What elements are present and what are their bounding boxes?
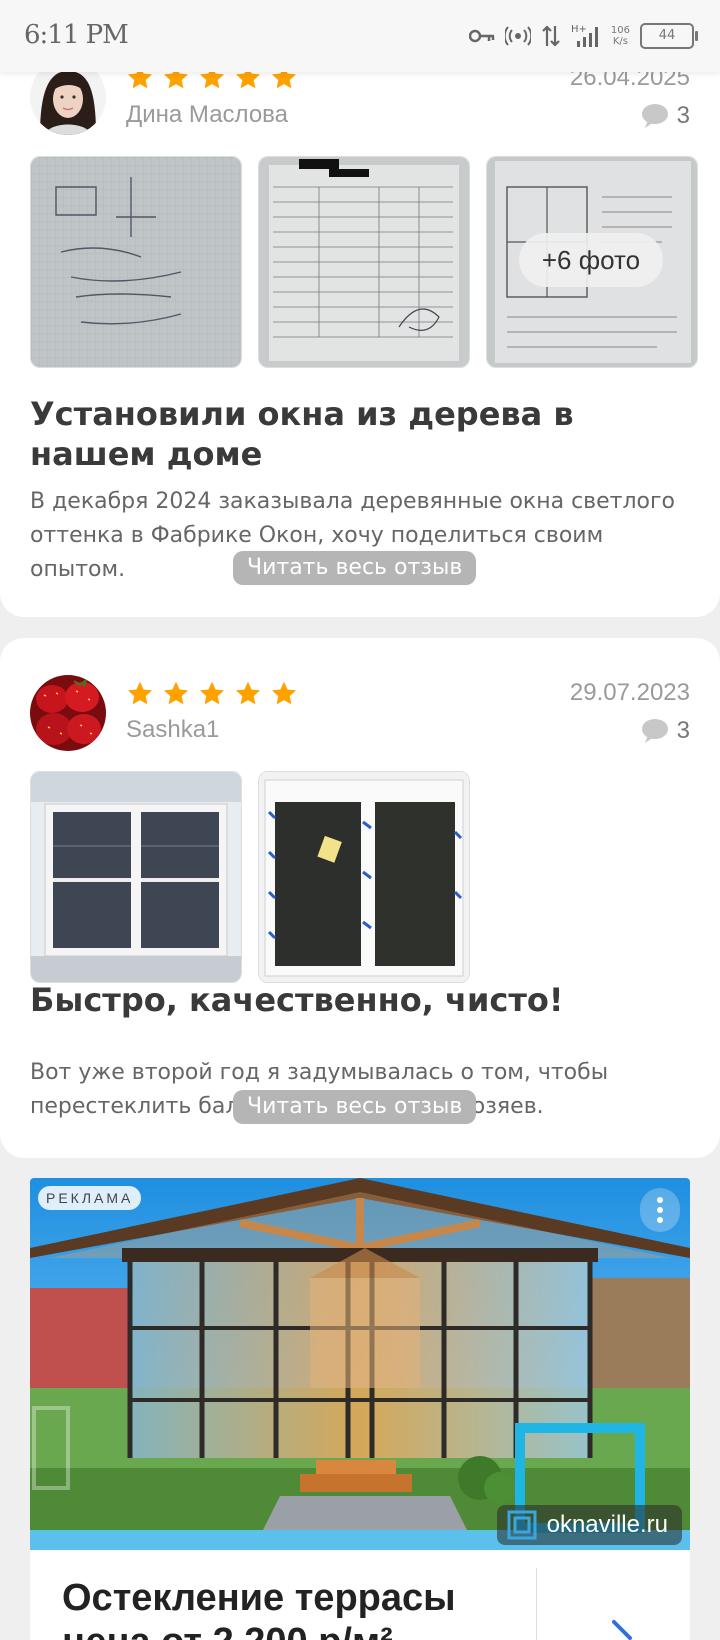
review-photo[interactable] — [30, 156, 242, 368]
author-name[interactable]: Sashka1 — [126, 716, 219, 744]
comments-count[interactable]: 3 — [641, 102, 690, 130]
data-transfer-icon — [542, 25, 560, 47]
star-icon — [199, 681, 225, 705]
star-icon — [127, 681, 153, 705]
comment-icon — [641, 104, 668, 128]
more-photos-badge[interactable]: +6 фото — [519, 233, 663, 287]
review-photo[interactable]: +6 фото — [486, 156, 698, 368]
hotspot-icon — [504, 26, 531, 46]
ad-title[interactable]: Остекление террасы цена от 2 200 р/м² — [62, 1576, 522, 1640]
read-more-button[interactable]: Читать весь отзыв — [233, 1090, 477, 1124]
more-vertical-icon — [657, 1197, 663, 1223]
review-title[interactable]: Быстро, качественно, чисто! — [30, 980, 680, 1020]
more-options-button[interactable] — [640, 1188, 680, 1232]
star-icon — [235, 681, 261, 705]
review-date: 29.07.2023 — [569, 679, 690, 706]
ad-banner[interactable]: РЕКЛАМА oknaville.ru Остекление террасы … — [30, 1178, 690, 1640]
review-photo[interactable] — [258, 156, 470, 368]
site-logo-icon — [507, 1510, 537, 1540]
review-card[interactable]: Sashka1 29.07.2023 3 Быстро, качественно… — [0, 638, 720, 1158]
rating-stars — [126, 680, 298, 708]
chevron-right-icon[interactable] — [608, 1618, 638, 1640]
comments-count[interactable]: 3 — [641, 717, 690, 745]
review-card[interactable]: Дина Маслова 26.04.2025 3 +6 фото Устано… — [0, 0, 720, 617]
author-avatar[interactable] — [30, 675, 106, 751]
review-title[interactable]: Установили окна из дерева в нашем доме — [30, 394, 680, 474]
review-photo[interactable] — [30, 771, 242, 983]
key-icon — [468, 29, 495, 43]
ad-divider — [536, 1568, 537, 1640]
status-icons: H+ 106 K/s 44 — [468, 18, 698, 54]
status-time: 6:11 PM — [24, 20, 129, 50]
star-icon — [271, 681, 297, 705]
comment-icon — [641, 719, 668, 743]
review-photos — [30, 771, 470, 983]
star-icon — [163, 681, 189, 705]
network-speed: 106 K/s — [610, 25, 630, 47]
read-more-button[interactable]: Читать весь отзыв — [233, 551, 477, 585]
signal-icon: H+ — [571, 24, 598, 47]
ad-domain-link[interactable]: oknaville.ru — [496, 1505, 682, 1545]
ad-image[interactable] — [30, 1178, 690, 1550]
status-bar: 6:11 PM H+ 106 K/s 44 — [0, 0, 720, 72]
svg-text:H+: H+ — [571, 24, 587, 35]
battery-icon: 44 — [640, 23, 698, 49]
ad-label: РЕКЛАМА — [38, 1186, 142, 1210]
review-photo[interactable] — [258, 771, 470, 983]
author-name[interactable]: Дина Маслова — [126, 101, 288, 129]
review-photos: +6 фото — [30, 156, 698, 368]
